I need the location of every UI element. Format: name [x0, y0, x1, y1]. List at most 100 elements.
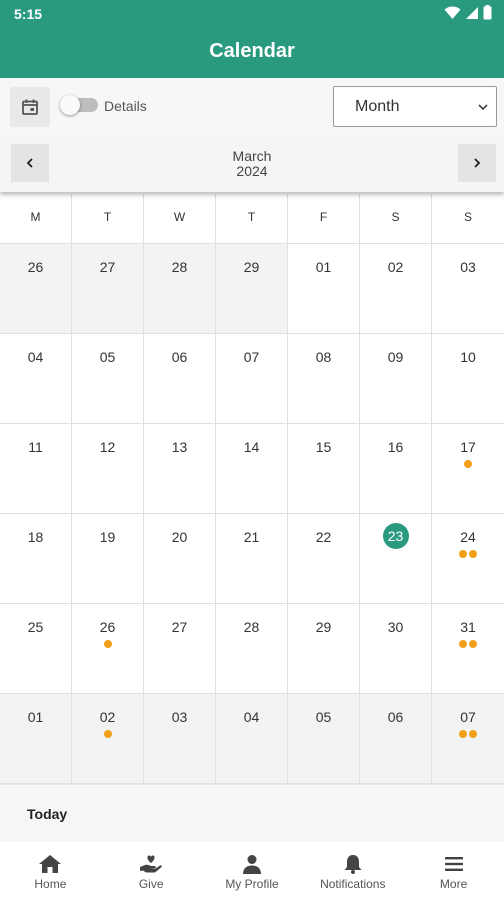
- calendar-picker-button[interactable]: [10, 87, 50, 127]
- calendar-day[interactable]: 27: [144, 604, 216, 694]
- event-dot: [459, 550, 467, 558]
- calendar-day[interactable]: 12: [72, 424, 144, 514]
- day-number: 18: [27, 529, 44, 545]
- day-number: 05: [315, 709, 332, 725]
- calendar-day[interactable]: 04: [216, 694, 288, 784]
- calendar-day[interactable]: 10: [432, 334, 504, 424]
- day-number: 03: [460, 259, 476, 275]
- details-toggle[interactable]: [60, 95, 98, 115]
- calendar-day[interactable]: 14: [216, 424, 288, 514]
- calendar-day[interactable]: 30: [360, 604, 432, 694]
- calendar-day[interactable]: 19: [72, 514, 144, 604]
- next-month-button[interactable]: [458, 144, 496, 182]
- nav-item-notifications[interactable]: Notifications: [302, 842, 403, 900]
- calendar-day[interactable]: 28: [144, 244, 216, 334]
- weekday-label: T: [216, 194, 288, 244]
- calendar-day[interactable]: 26: [0, 244, 72, 334]
- calendar-day[interactable]: 21: [216, 514, 288, 604]
- nav-label: My Profile: [225, 877, 279, 891]
- calendar-day[interactable]: 25: [0, 604, 72, 694]
- calendar-day[interactable]: 06: [144, 334, 216, 424]
- calendar-day[interactable]: 16: [360, 424, 432, 514]
- day-number: 23: [382, 523, 409, 549]
- calendar-day[interactable]: 03: [144, 694, 216, 784]
- calendar-day[interactable]: 04: [0, 334, 72, 424]
- cell-signal-icon: [466, 6, 478, 19]
- calendar-day[interactable]: 11: [0, 424, 72, 514]
- day-number: 20: [171, 529, 188, 545]
- day-number: 21: [243, 529, 260, 545]
- nav-item-my-profile[interactable]: My Profile: [202, 842, 303, 900]
- day-number: 07: [243, 349, 260, 365]
- give-hand-heart-icon: [140, 855, 162, 873]
- calendar-day[interactable]: 15: [288, 424, 360, 514]
- calendar-day[interactable]: 07: [432, 694, 504, 784]
- view-mode-select[interactable]: Month: [333, 86, 497, 127]
- calendar-day[interactable]: 03: [432, 244, 504, 334]
- event-dot: [103, 640, 112, 648]
- day-number: 29: [315, 619, 332, 635]
- calendar-day[interactable]: 05: [288, 694, 360, 784]
- day-number: 27: [171, 619, 188, 635]
- day-number: 04: [243, 709, 260, 725]
- status-bar: 5:15: [0, 0, 504, 28]
- calendar-day[interactable]: 22: [288, 514, 360, 604]
- calendar-day[interactable]: 01: [288, 244, 360, 334]
- chevron-right-icon: [474, 158, 481, 168]
- day-number: 10: [460, 349, 476, 365]
- calendar-day-selected[interactable]: 23: [360, 514, 432, 604]
- calendar-day[interactable]: 02: [360, 244, 432, 334]
- day-number: 09: [387, 349, 404, 365]
- chevron-down-icon: [478, 104, 488, 111]
- day-number: 02: [387, 259, 404, 275]
- event-indicators: [432, 730, 504, 738]
- calendar-day[interactable]: 17: [432, 424, 504, 514]
- day-number: 14: [243, 439, 260, 455]
- day-number: 03: [171, 709, 188, 725]
- day-number: 26: [27, 259, 44, 275]
- person-icon: [242, 855, 261, 874]
- calendar-day[interactable]: 02: [72, 694, 144, 784]
- calendar-day[interactable]: 06: [360, 694, 432, 784]
- calendar-day[interactable]: 27: [72, 244, 144, 334]
- event-dot: [469, 730, 477, 738]
- status-time: 5:15: [14, 6, 43, 22]
- calendar-day[interactable]: 29: [288, 604, 360, 694]
- calendar-day[interactable]: 09: [360, 334, 432, 424]
- calendar-day[interactable]: 01: [0, 694, 72, 784]
- calendar-day[interactable]: 13: [144, 424, 216, 514]
- month-navigation: March 2024: [0, 136, 504, 192]
- event-dot: [469, 640, 477, 648]
- calendar-day[interactable]: 28: [216, 604, 288, 694]
- day-number: 27: [99, 259, 116, 275]
- nav-item-more[interactable]: More: [403, 842, 504, 900]
- calendar-day[interactable]: 05: [72, 334, 144, 424]
- calendar-day[interactable]: 26: [72, 604, 144, 694]
- calendar-day[interactable]: 20: [144, 514, 216, 604]
- nav-label: Notifications: [320, 877, 386, 891]
- calendar-day[interactable]: 18: [0, 514, 72, 604]
- month-label: March: [232, 148, 272, 164]
- nav-item-give[interactable]: Give: [101, 842, 202, 900]
- calendar-day[interactable]: 31: [432, 604, 504, 694]
- bell-icon: [344, 855, 362, 874]
- weekday-label: S: [360, 194, 432, 244]
- calendar-day[interactable]: 29: [216, 244, 288, 334]
- nav-label: Home: [34, 877, 67, 891]
- calendar-day[interactable]: 08: [288, 334, 360, 424]
- today-label: Today: [27, 806, 68, 822]
- day-number: 04: [27, 349, 44, 365]
- calendar-day[interactable]: 07: [216, 334, 288, 424]
- view-mode-value: Month: [355, 98, 400, 115]
- day-number: 16: [387, 439, 404, 455]
- calendar-icon: [22, 99, 38, 115]
- day-number: 28: [243, 619, 260, 635]
- bottom-navigation: Home Give My Profile Notifications More: [0, 842, 504, 900]
- weekday-label: T: [72, 194, 144, 244]
- app-bar: Calendar: [0, 28, 504, 78]
- day-number: 06: [387, 709, 404, 725]
- nav-item-home[interactable]: Home: [0, 842, 101, 900]
- calendar-day[interactable]: 24: [432, 514, 504, 604]
- day-number: 01: [315, 259, 332, 275]
- event-dot: [464, 460, 472, 468]
